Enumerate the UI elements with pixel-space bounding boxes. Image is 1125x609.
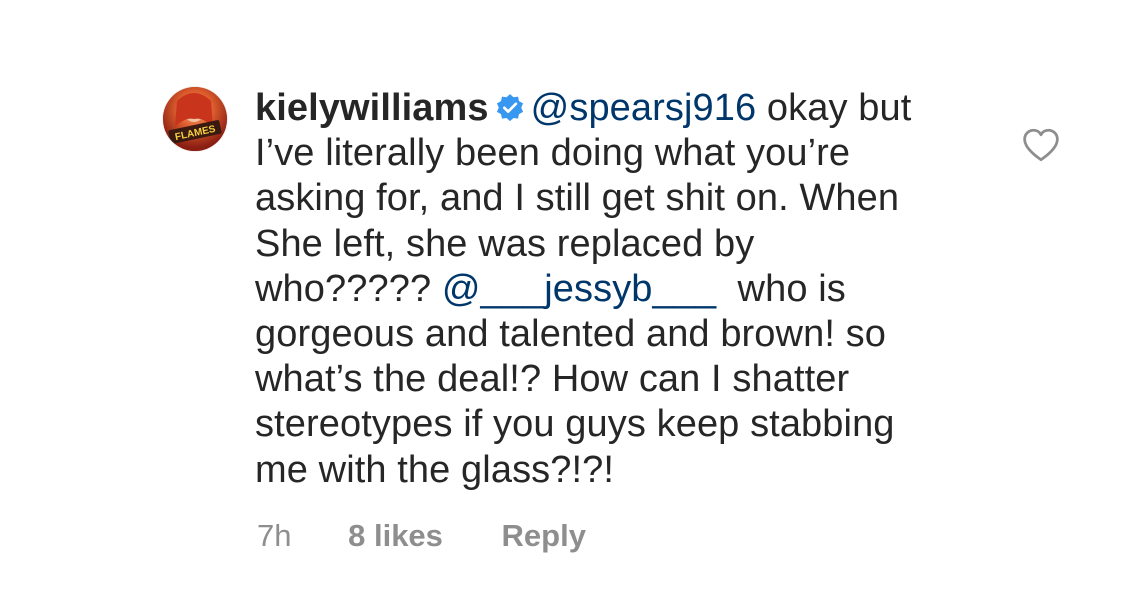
likes-count-button[interactable]: 8 likes — [348, 517, 443, 555]
mention-link[interactable]: @___jessyb___ — [442, 268, 716, 310]
comment-line: stereotypes if you guys keep stabbing — [255, 403, 895, 446]
comment-line: I’ve literally been doing what you’re — [255, 132, 851, 175]
comment-body: kielywilliams @spearsj916 okay but I’ve l… — [255, 86, 955, 493]
comment-text: who????? — [255, 267, 442, 310]
comment-meta: 7h 8 likes Reply — [257, 517, 586, 555]
verified-badge-icon — [496, 94, 523, 122]
avatar[interactable]: FLAMES — [163, 87, 227, 151]
comment-text: okay but — [756, 87, 912, 129]
comment-line: gorgeous and talented and brown! so — [255, 313, 886, 356]
comment-line: who????? @___jessyb___ who is — [255, 267, 955, 312]
comment-line: She left, she was replaced by — [255, 222, 755, 265]
comment-line: kielywilliams @spearsj916 okay but — [255, 86, 955, 131]
heart-icon[interactable] — [1021, 127, 1061, 163]
reply-button[interactable]: Reply — [502, 517, 586, 555]
timestamp[interactable]: 7h — [257, 517, 291, 555]
comment: FLAMES kielywilliams @spearsj916 okay but… — [0, 0, 1125, 609]
avatar-image: FLAMES — [163, 87, 227, 151]
username-link[interactable]: kielywilliams — [255, 87, 489, 129]
comment-line: me with the glass?!?! — [255, 448, 615, 491]
comment-text: who is — [716, 267, 846, 310]
comment-line: what’s the deal!? How can I shatter — [255, 358, 850, 401]
mention-link[interactable]: @spearsj916 — [531, 87, 757, 129]
comment-line: asking for, and I still get shit on. Whe… — [255, 177, 900, 220]
